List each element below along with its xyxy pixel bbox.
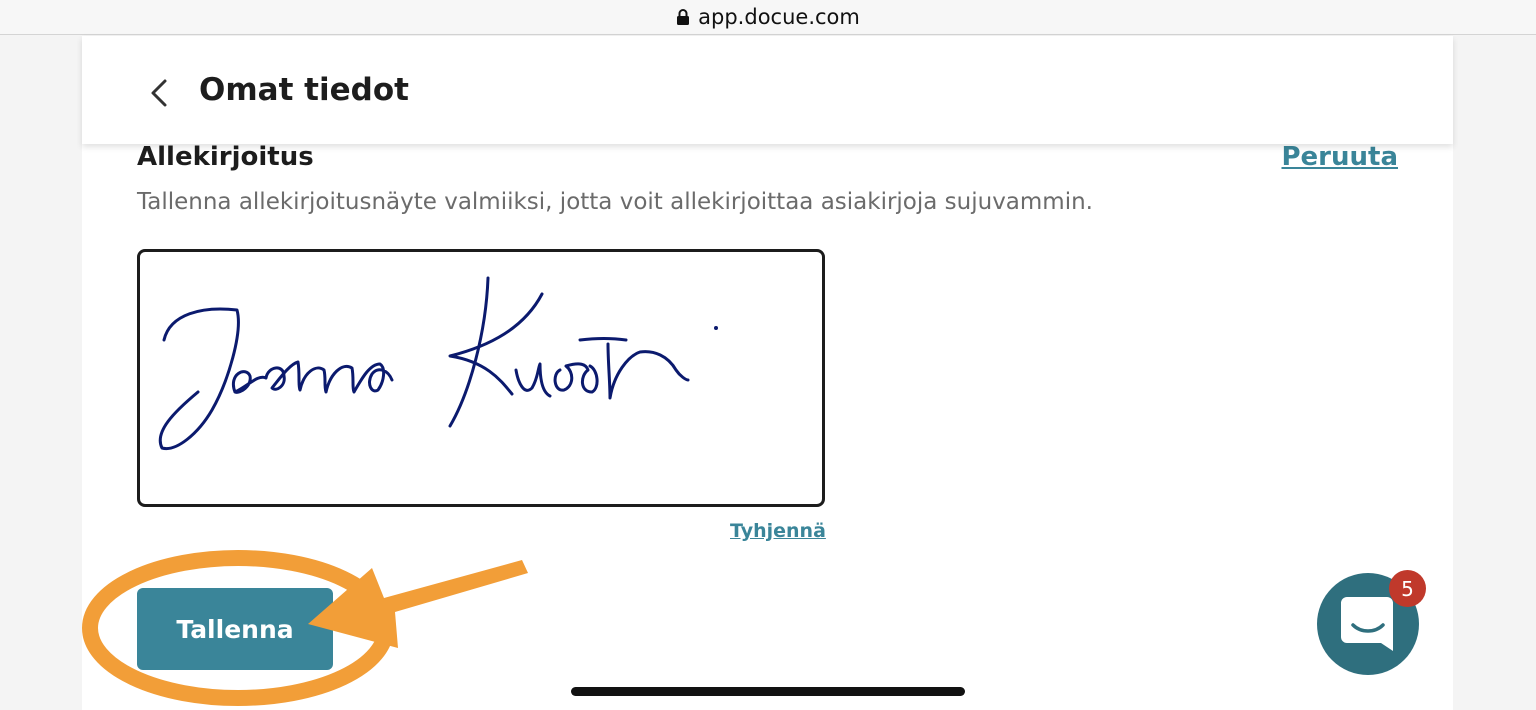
lock-icon [677, 9, 690, 25]
page-title: Omat tiedot [199, 72, 409, 108]
chat-bubble-icon [1341, 597, 1393, 651]
notification-badge: 5 [1389, 570, 1426, 607]
signature-pad[interactable] [137, 249, 825, 507]
profile-page: Omat tiedot Allekirjoitus Peruuta Tallen… [82, 36, 1453, 710]
signature-drawing [158, 276, 718, 451]
home-indicator [571, 687, 965, 696]
signature-strokes [158, 276, 690, 451]
signature-description: Tallenna allekirjoitusnäyte valmiiksi, j… [137, 189, 1093, 215]
browser-url: app.docue.com [698, 5, 860, 29]
chevron-left-icon[interactable] [148, 78, 170, 108]
cancel-link[interactable]: Peruuta [1281, 142, 1398, 172]
signature-dot [714, 326, 718, 330]
clear-signature-link[interactable]: Tyhjennä [730, 520, 826, 542]
save-button[interactable]: Tallenna [137, 588, 333, 670]
browser-url-bar[interactable]: app.docue.com [0, 0, 1536, 35]
signature-section-title: Allekirjoitus [137, 142, 314, 172]
page-header: Omat tiedot [82, 36, 1453, 144]
